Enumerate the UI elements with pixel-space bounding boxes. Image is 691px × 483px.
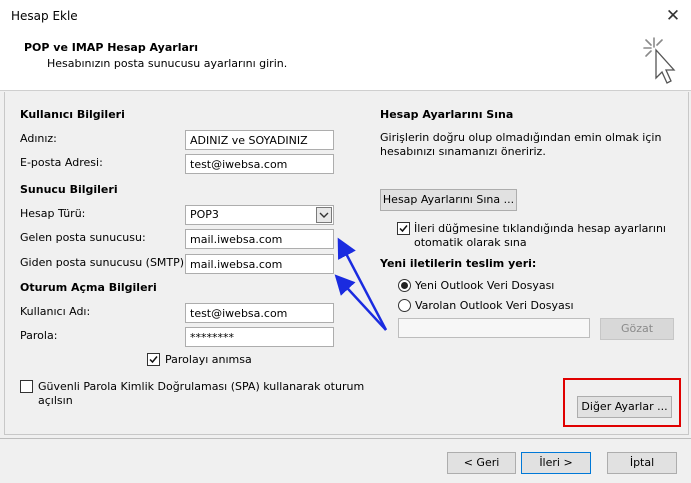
- server-info-heading: Sunucu Bilgileri: [20, 183, 118, 196]
- account-type-value: POP3: [190, 208, 219, 221]
- chevron-down-icon[interactable]: [316, 207, 332, 223]
- page-subtitle: Hesabınızın posta sunucusu ayarlarını gi…: [47, 57, 288, 70]
- auto-test-label-line1: İleri düğmesine tıklandığında hesap ayar…: [414, 222, 666, 235]
- existing-data-file-label: Varolan Outlook Veri Dosyası: [415, 299, 574, 312]
- title-bar: [0, 0, 691, 32]
- email-label: E-posta Adresi:: [20, 156, 103, 169]
- remember-password-checkbox[interactable]: [147, 353, 160, 366]
- highlight-box: [563, 378, 681, 427]
- password-label: Parola:: [20, 329, 58, 342]
- close-icon[interactable]: ✕: [662, 5, 684, 27]
- account-type-label: Hesap Türü:: [20, 207, 86, 220]
- test-desc-line1: Girişlerin doğru olup olmadığından emin …: [380, 131, 662, 144]
- spa-label-line1: Güvenli Parola Kimlik Doğrulaması (SPA) …: [38, 380, 365, 393]
- name-input[interactable]: [185, 130, 334, 150]
- cancel-button[interactable]: İptal: [607, 452, 677, 474]
- footer-separator: [0, 438, 691, 439]
- annotation-arrows: [334, 237, 388, 331]
- test-desc-line2: hesabınızı sınamanızı öneririz.: [380, 145, 546, 158]
- window-title: Hesap Ekle: [11, 9, 78, 23]
- email-input[interactable]: [185, 154, 334, 174]
- auto-test-label-line2: otomatik olarak sına: [414, 236, 527, 249]
- incoming-server-label: Gelen posta sunucusu:: [20, 231, 146, 244]
- account-type-select[interactable]: POP3: [185, 205, 334, 225]
- test-settings-heading: Hesap Ayarlarını Sına: [380, 108, 514, 121]
- existing-data-file-input[interactable]: [398, 318, 590, 338]
- user-info-heading: Kullanıcı Bilgileri: [20, 108, 125, 121]
- back-button[interactable]: < Geri: [447, 452, 516, 474]
- username-label: Kullanıcı Adı:: [20, 305, 91, 318]
- spa-label-line2: açılsın: [38, 394, 73, 407]
- spa-checkbox[interactable]: [20, 380, 33, 393]
- next-button[interactable]: İleri >: [521, 452, 591, 474]
- new-data-file-label: Yeni Outlook Veri Dosyası: [415, 279, 555, 292]
- test-account-button[interactable]: Hesap Ayarlarını Sına ...: [380, 189, 517, 211]
- name-label: Adınız:: [20, 132, 57, 145]
- wizard-cursor-icon: [643, 37, 676, 84]
- login-info-heading: Oturum Açma Bilgileri: [20, 281, 157, 294]
- outgoing-server-label: Giden posta sunucusu (SMTP):: [20, 256, 188, 269]
- browse-button[interactable]: Gözat: [600, 318, 674, 340]
- page-title: POP ve IMAP Hesap Ayarları: [24, 41, 199, 54]
- remember-password-label: Parolayı anımsa: [165, 353, 252, 366]
- check-icon: [149, 356, 158, 364]
